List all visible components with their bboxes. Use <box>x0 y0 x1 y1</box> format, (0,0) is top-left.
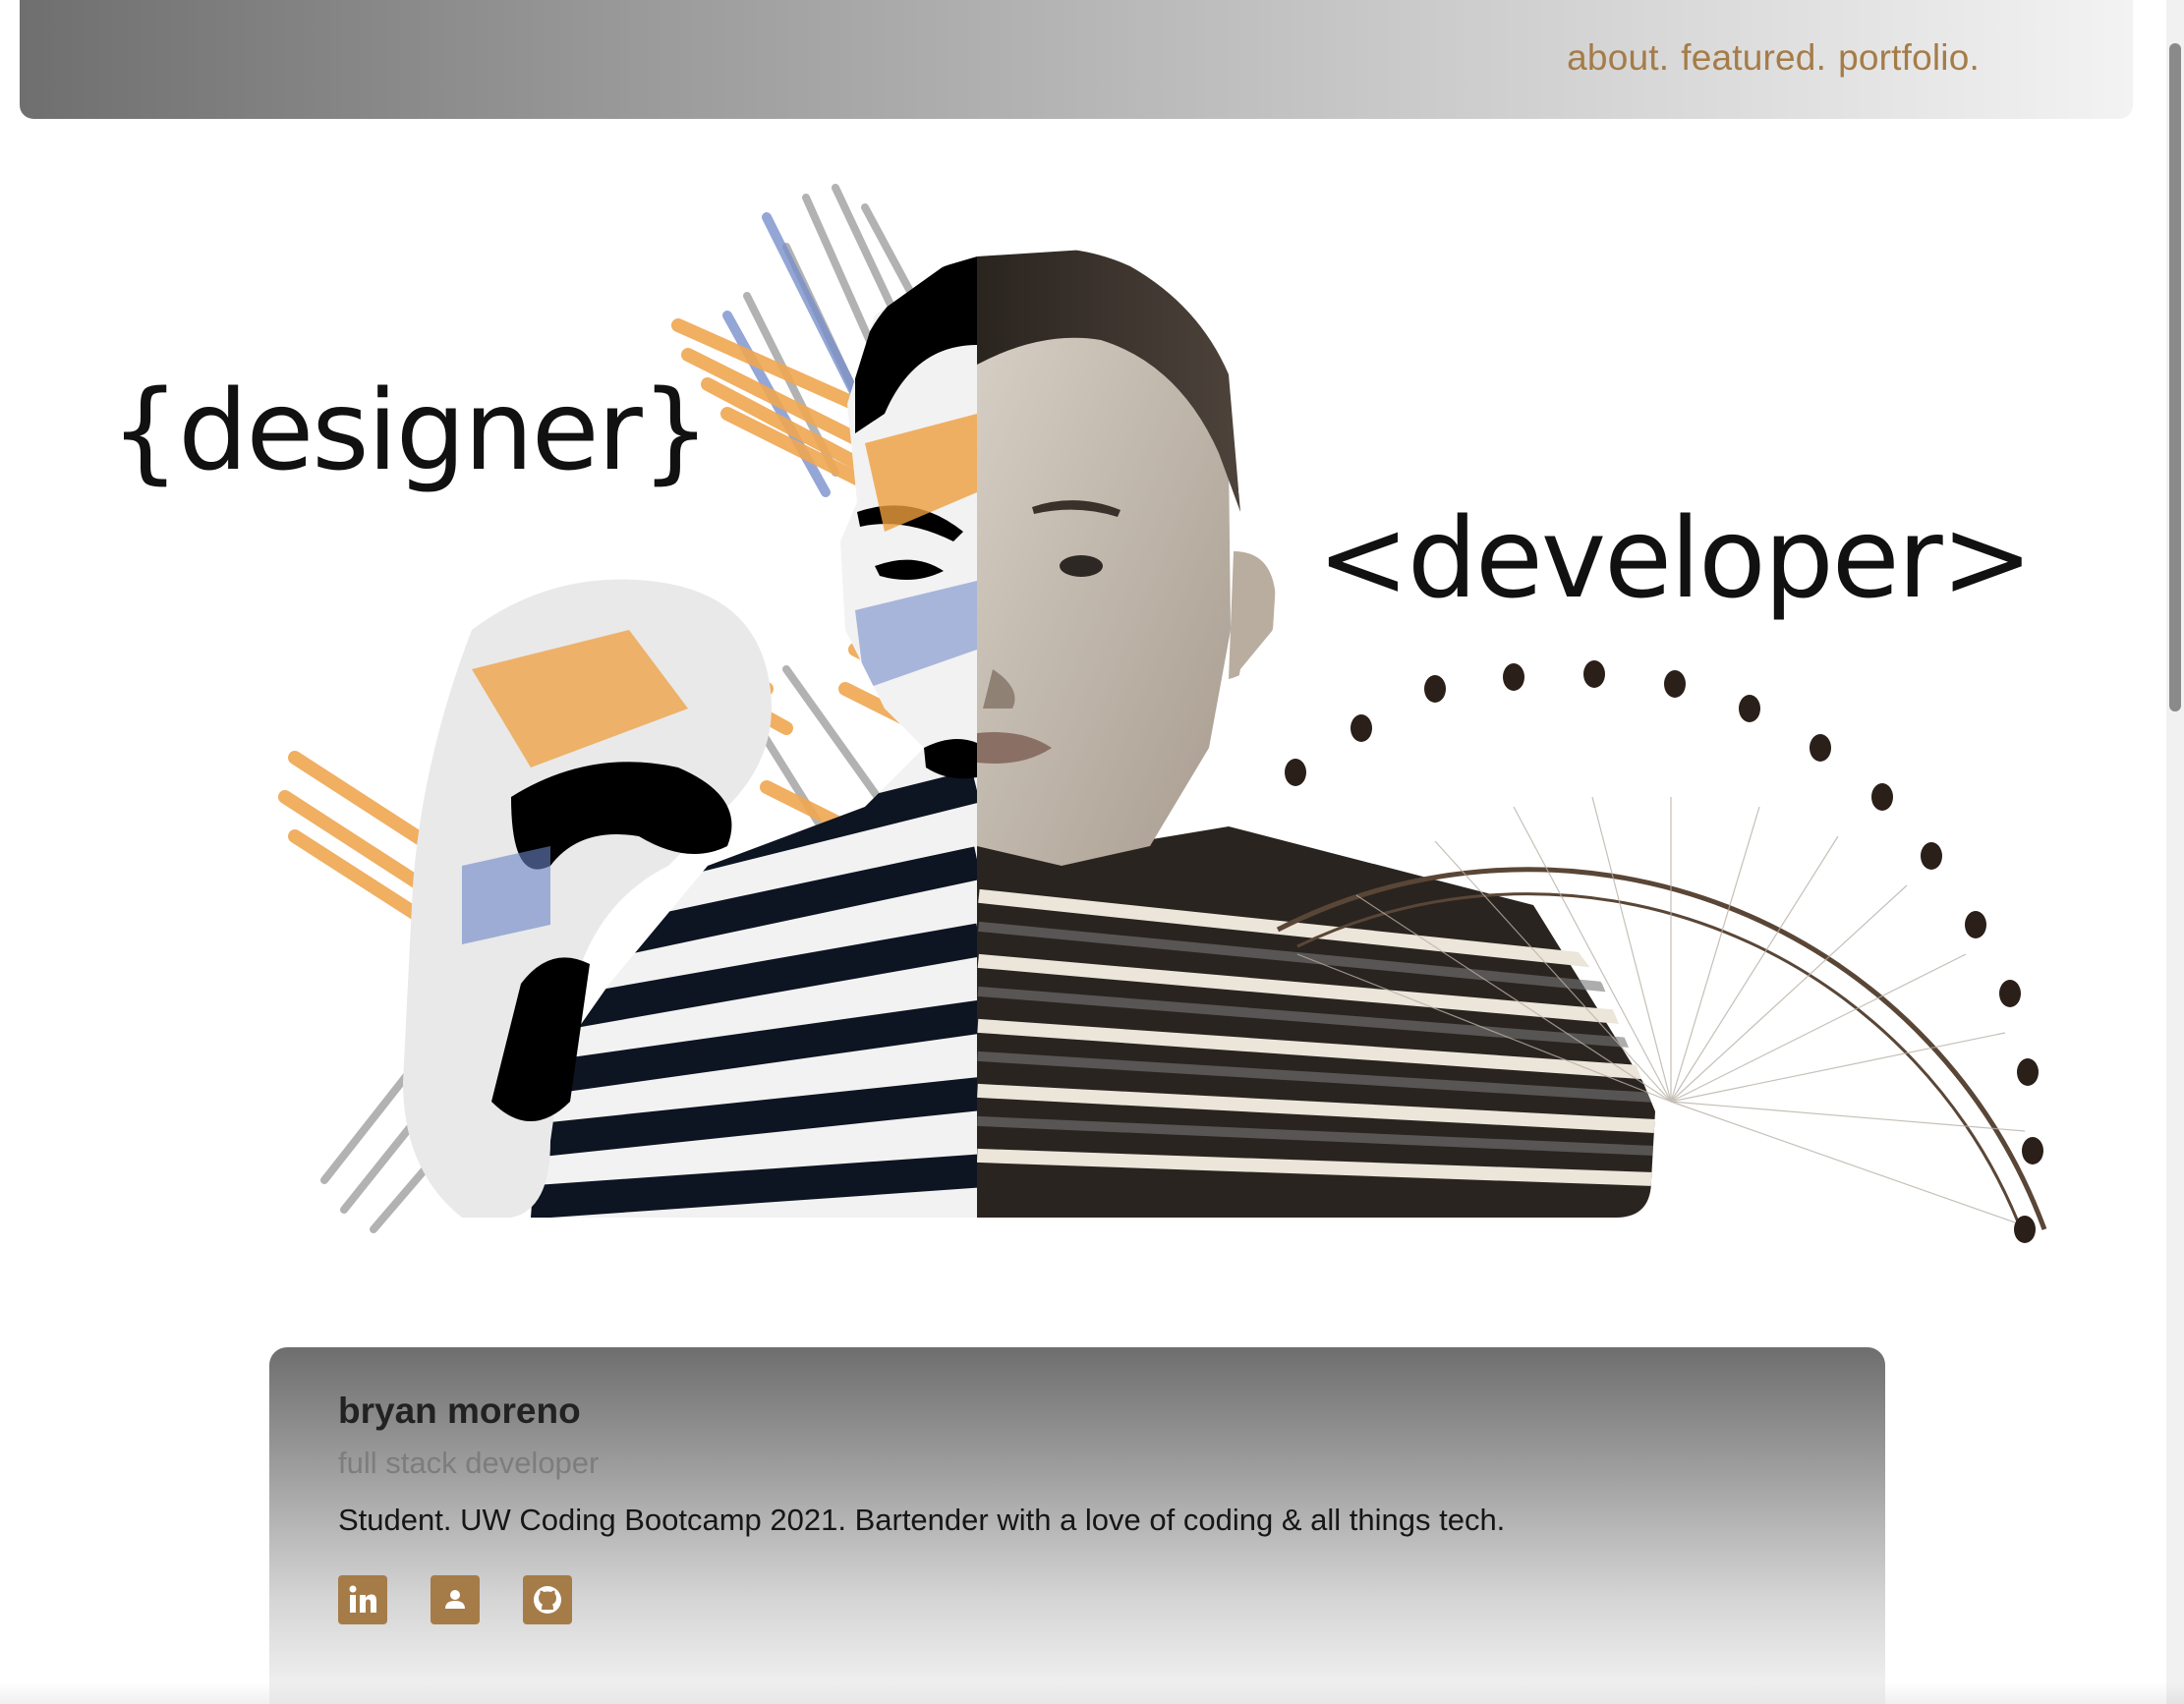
scrollbar-track[interactable] <box>2166 0 2184 1704</box>
profile-card: bryan moreno full stack developer Studen… <box>269 1347 1885 1704</box>
profile-bio: Student. UW Coding Bootcamp 2021. Barten… <box>338 1503 1506 1537</box>
scrollbar-thumb[interactable] <box>2169 43 2181 711</box>
nav-links: about. featured. portfolio. <box>1567 37 1980 79</box>
profile-role: full stack developer <box>338 1446 600 1480</box>
page-bottom-edge <box>0 1682 2184 1704</box>
nav-link-featured[interactable]: featured. <box>1681 37 1826 79</box>
github-icon[interactable] <box>523 1575 572 1624</box>
top-navbar: about. featured. portfolio. <box>20 0 2133 119</box>
nav-link-portfolio[interactable]: portfolio. <box>1838 37 1980 79</box>
social-links <box>338 1575 572 1624</box>
hero-section: {designer} <developer> <box>0 119 2162 1328</box>
designer-label: {designer} <box>110 368 711 495</box>
developer-photo <box>977 249 1655 1218</box>
contact-card-icon[interactable] <box>431 1575 480 1624</box>
portfolio-page: about. featured. portfolio. {designer} <… <box>0 0 2184 1704</box>
nav-link-about[interactable]: about. <box>1567 37 1669 79</box>
linkedin-icon[interactable] <box>338 1575 387 1624</box>
hero-illustration <box>278 184 2047 1243</box>
profile-name: bryan moreno <box>338 1391 581 1431</box>
developer-label: <developer> <box>1317 495 2034 623</box>
